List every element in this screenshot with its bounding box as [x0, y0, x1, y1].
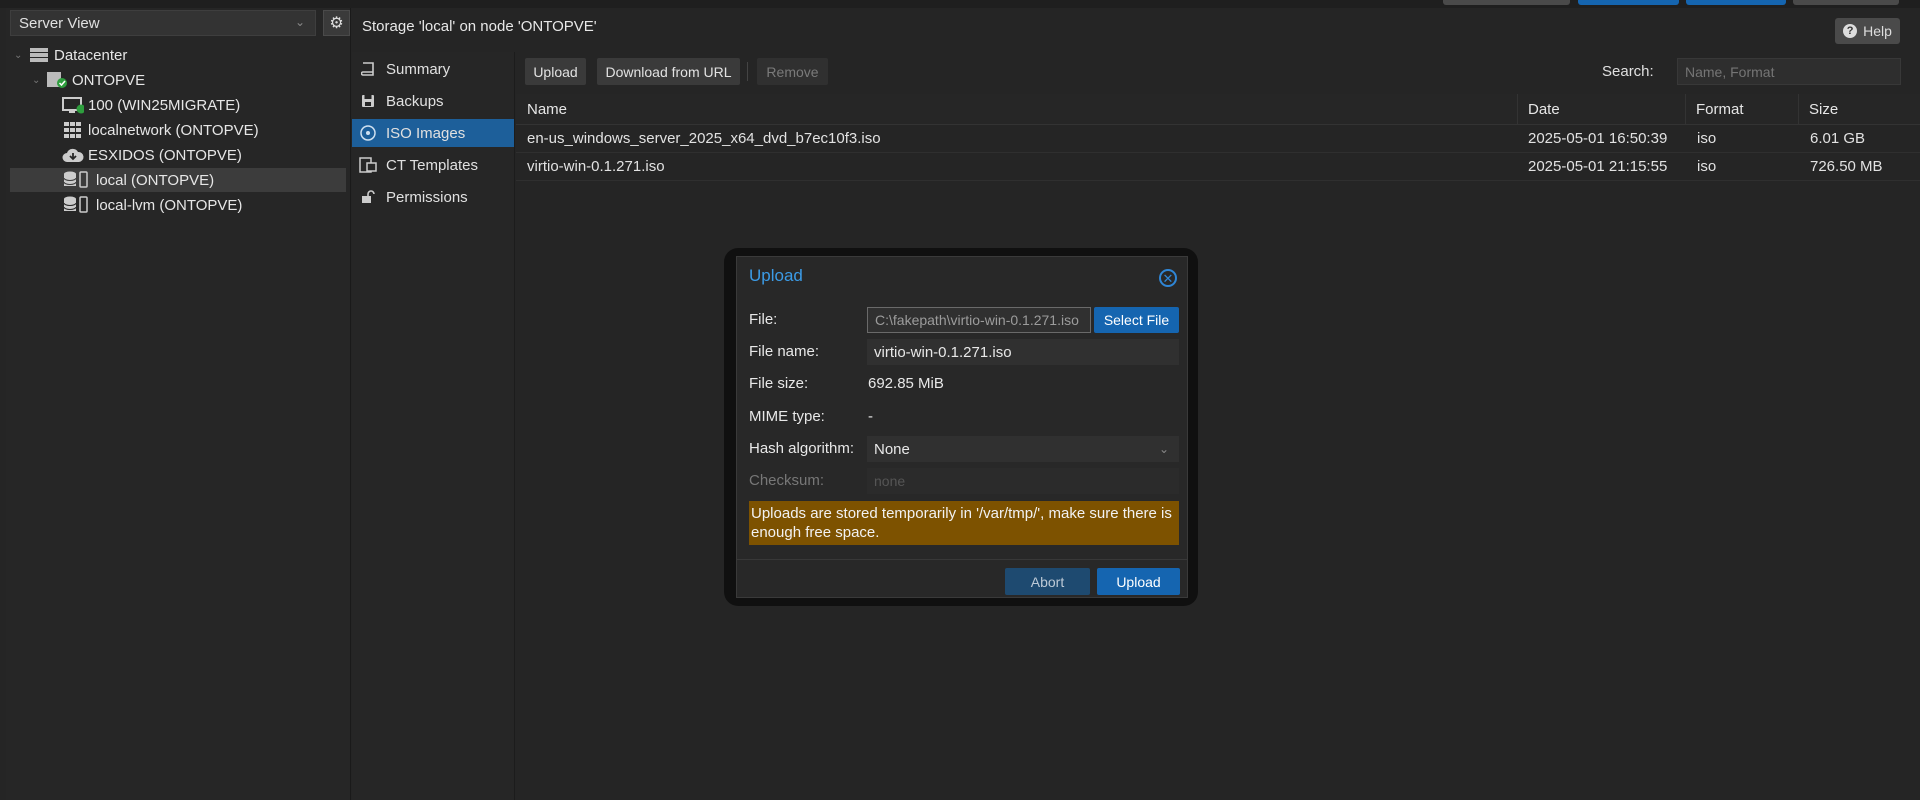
nav-label: CT Templates: [386, 156, 478, 174]
help-label: Help: [1863, 23, 1892, 39]
download-from-url-button[interactable]: Download from URL: [597, 58, 740, 85]
header-button[interactable]: [1578, 0, 1679, 5]
vm-running-icon: [62, 96, 84, 114]
nav-permissions[interactable]: Permissions: [352, 183, 514, 211]
disc-icon: [354, 125, 382, 141]
header-button[interactable]: [1686, 0, 1786, 5]
file-size-value: 692.85 MiB: [868, 375, 944, 392]
upload-button[interactable]: Upload: [525, 58, 586, 85]
abort-button[interactable]: Abort: [1005, 568, 1090, 595]
cell-format: iso: [1697, 130, 1717, 147]
table-row[interactable]: virtio-win-0.1.271.iso 2025-05-01 21:15:…: [516, 153, 1920, 181]
header-button[interactable]: [1793, 0, 1899, 5]
top-header: [0, 0, 1920, 8]
dialog-footer: Abort Upload: [737, 559, 1187, 598]
storage-icon: [62, 196, 92, 214]
tree-item-label: local-lvm (ONTOPVE): [96, 196, 243, 214]
upload-confirm-button[interactable]: Upload: [1097, 568, 1180, 595]
nav-label: Permissions: [386, 188, 468, 206]
table-row[interactable]: en-us_windows_server_2025_x64_dvd_b7ec10…: [516, 125, 1920, 153]
column-header-size[interactable]: Size: [1798, 94, 1920, 124]
tree-item-node[interactable]: ⌄ ONTOPVE: [32, 68, 344, 92]
tree-item-label: local (ONTOPVE): [96, 171, 215, 189]
nav-label: ISO Images: [386, 124, 466, 142]
tree-item-localnetwork[interactable]: localnetwork (ONTOPVE): [62, 118, 344, 142]
column-header-name[interactable]: Name: [516, 94, 1517, 124]
hash-algorithm-select[interactable]: None ⌄: [867, 436, 1179, 462]
view-select-value: Server View: [19, 14, 100, 32]
mime-type-value: -: [868, 408, 873, 425]
file-label: File:: [749, 311, 778, 328]
warning-message: Uploads are stored temporarily in '/var/…: [749, 501, 1179, 545]
column-header-date[interactable]: Date: [1517, 94, 1685, 124]
toolbar-separator: [747, 62, 748, 81]
file-size-label: File size:: [749, 375, 809, 392]
cell-date: 2025-05-01 16:50:39: [1528, 130, 1668, 147]
nav-summary[interactable]: Summary: [352, 55, 514, 83]
gear-icon[interactable]: ⚙: [323, 10, 350, 36]
expander-icon[interactable]: ⌄: [14, 50, 28, 61]
floppy-icon: [354, 94, 382, 108]
tree-item-vm[interactable]: 100 (WIN25MIGRATE): [62, 93, 344, 117]
tree-item-local-lvm[interactable]: local-lvm (ONTOPVE): [62, 193, 344, 217]
remove-button[interactable]: Remove: [757, 58, 828, 85]
chevron-down-icon: ⌄: [294, 15, 305, 29]
checksum-input[interactable]: none: [867, 468, 1179, 494]
cell-name: virtio-win-0.1.271.iso: [527, 158, 665, 175]
tree-item-label: ONTOPVE: [72, 71, 146, 89]
cloud-storage-icon: [62, 147, 84, 163]
hash-algorithm-label: Hash algorithm:: [749, 440, 855, 457]
unlock-icon: [354, 190, 382, 204]
column-header-format[interactable]: Format: [1685, 94, 1798, 124]
template-icon: [354, 157, 382, 173]
hash-algorithm-value: None: [874, 440, 910, 458]
file-name-input[interactable]: virtio-win-0.1.271.iso: [867, 339, 1179, 365]
header-button[interactable]: [1443, 0, 1570, 5]
search-label: Search:: [1602, 63, 1654, 80]
file-name-label: File name:: [749, 343, 820, 360]
nav-iso-images[interactable]: ISO Images: [352, 119, 514, 147]
cell-size: 726.50 MB: [1810, 158, 1883, 175]
cell-format: iso: [1697, 158, 1717, 175]
select-file-button[interactable]: Select File: [1094, 307, 1179, 333]
expander-icon[interactable]: ⌄: [32, 75, 46, 86]
search-input[interactable]: [1677, 58, 1901, 85]
nav-ct-templates[interactable]: CT Templates: [352, 151, 514, 179]
tree-item-local[interactable]: local (ONTOPVE): [10, 168, 346, 192]
mime-type-label: MIME type:: [749, 408, 825, 425]
tree-item-label: 100 (WIN25MIGRATE): [88, 96, 241, 114]
storage-subnav: Summary Backups ISO Images CT Templates …: [352, 52, 515, 800]
help-button[interactable]: ? Help: [1835, 18, 1900, 44]
tree-item-esxidos[interactable]: ESXIDOS (ONTOPVE): [62, 143, 344, 167]
page-title: Storage 'local' on node 'ONTOPVE': [362, 18, 597, 35]
book-icon: [354, 62, 382, 76]
storage-icon: [62, 171, 92, 189]
tree-item-label: ESXIDOS (ONTOPVE): [88, 146, 242, 164]
grid-header: Name Date Format Size: [516, 94, 1920, 125]
question-icon: ?: [1843, 24, 1858, 38]
resource-tree-panel: Server View ⌄ ⚙ ⌄ Datacenter ⌄ ONTOPVE 1…: [6, 8, 351, 800]
upload-dialog: Upload ✕ File: C:\fakepath\virtio-win-0.…: [736, 256, 1188, 598]
grid-network-icon: [62, 122, 84, 138]
view-select[interactable]: Server View ⌄: [10, 10, 316, 36]
tree-item-datacenter[interactable]: ⌄ Datacenter: [14, 43, 344, 67]
tree-item-label: Datacenter: [54, 46, 128, 64]
tree-item-label: localnetwork (ONTOPVE): [88, 121, 259, 139]
nav-label: Summary: [386, 60, 451, 78]
nav-label: Backups: [386, 92, 444, 110]
cell-size: 6.01 GB: [1810, 130, 1866, 147]
nav-backups[interactable]: Backups: [352, 87, 514, 115]
checksum-label: Checksum:: [749, 472, 825, 489]
datacenter-icon: [28, 48, 50, 62]
close-icon[interactable]: ✕: [1159, 269, 1177, 287]
file-path-field[interactable]: C:\fakepath\virtio-win-0.1.271.iso: [867, 307, 1091, 333]
chevron-down-icon: ⌄: [1158, 442, 1169, 456]
cell-name: en-us_windows_server_2025_x64_dvd_b7ec10…: [527, 130, 881, 147]
dialog-title: Upload: [749, 266, 803, 285]
node-online-icon: [46, 71, 68, 89]
cell-date: 2025-05-01 21:15:55: [1528, 158, 1668, 175]
